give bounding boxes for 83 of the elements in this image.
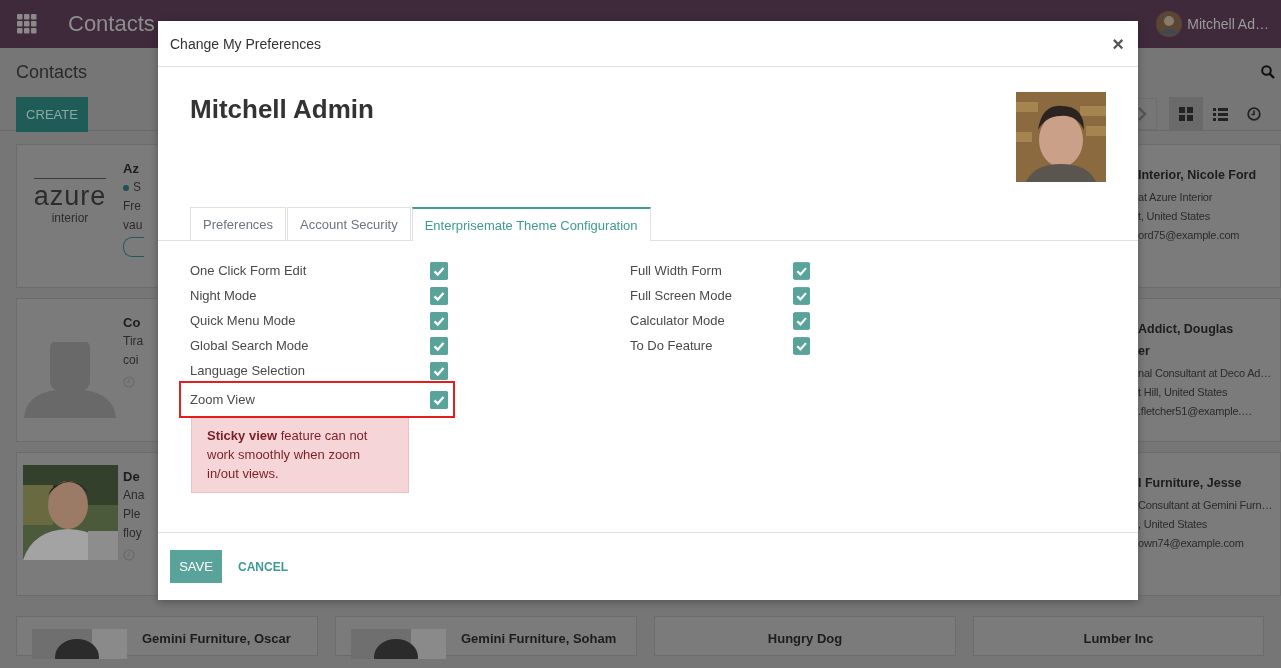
contact-detail: t Hill, United States xyxy=(1138,385,1229,400)
option-label: Quick Menu Mode xyxy=(190,313,297,328)
user-name: Mitchell Admin xyxy=(190,94,374,125)
contact-card[interactable]: Co Tira coi xyxy=(16,298,158,442)
contact-card[interactable]: l Furniture, Jesse Consultant at Gemini Furn… , United States own74@example.com xyxy=(1138,452,1281,596)
contact-detail: , United States xyxy=(1138,517,1209,532)
checkbox[interactable] xyxy=(792,311,810,330)
company-logo-subtext: interior xyxy=(51,210,89,225)
contact-detail: Fre xyxy=(123,198,142,215)
contact-detail: S xyxy=(133,179,141,196)
contact-card[interactable]: Lumber Inc xyxy=(973,616,1264,656)
option-label: Language Selection xyxy=(190,363,306,378)
breadcrumb: Contacts xyxy=(16,61,88,83)
cancel-button[interactable]: CANCEL xyxy=(226,550,300,583)
option-label: Calculator Mode xyxy=(630,313,726,328)
checkbox[interactable] xyxy=(430,390,448,409)
list-icon xyxy=(1212,107,1228,121)
checkbox[interactable] xyxy=(430,361,448,380)
contact-name: Co xyxy=(123,314,142,332)
dialog-title: Change My Preferences xyxy=(170,35,321,52)
user-menu[interactable]: Mitchell Ad… xyxy=(1187,16,1269,32)
apps-menu-icon[interactable] xyxy=(17,14,37,34)
contact-detail: Ana xyxy=(123,487,146,504)
contact-detail: .fletcher51@example.… xyxy=(1138,404,1253,419)
contact-name: er xyxy=(1138,343,1151,360)
contact-detail: floy xyxy=(123,525,143,542)
contact-card[interactable]: Interior, Nicole Ford at Azure Interior t, United States ord75@example.com xyxy=(1138,144,1281,288)
grid-icon xyxy=(1179,107,1193,121)
option-label: Full Screen Mode xyxy=(630,288,733,303)
checkbox[interactable] xyxy=(430,311,448,330)
search-icon[interactable] xyxy=(1261,65,1275,79)
contact-card[interactable]: Gemini Furniture, Oscar xyxy=(16,616,318,656)
checkbox[interactable] xyxy=(430,286,448,305)
contact-card[interactable]: Hungry Dog xyxy=(654,616,956,656)
contact-name: l Furniture, Jesse xyxy=(1138,475,1243,492)
checkbox[interactable] xyxy=(792,286,810,305)
contact-name: De xyxy=(123,468,141,486)
chevron-right-icon xyxy=(1137,107,1147,121)
warning-message: Sticky view feature can not work smoothly when zoom in/out views. xyxy=(191,416,409,493)
contact-name: Az xyxy=(123,160,140,178)
contact-detail: vau xyxy=(123,217,144,234)
kanban-view-button[interactable] xyxy=(1169,97,1203,131)
option-label: To Do Feature xyxy=(630,338,714,353)
contact-detail: Tira xyxy=(123,333,145,350)
contact-name: Gemini Furniture, Soham xyxy=(461,630,617,648)
contact-detail: Consultant at Gemini Furn… xyxy=(1138,498,1274,513)
contact-detail: coi xyxy=(123,352,140,369)
option-label: Zoom View xyxy=(190,392,256,407)
tab[interactable]: Account Security xyxy=(287,207,411,240)
contact-detail: ord75@example.com xyxy=(1138,228,1241,243)
checkbox[interactable] xyxy=(430,261,448,280)
app-title: Contacts xyxy=(68,11,155,37)
contact-detail: at Azure Interior xyxy=(1138,190,1214,205)
contact-card[interactable]: azure interior Az S Fre vau xyxy=(16,144,158,288)
contact-card[interactable]: Gemini Furniture, Soham xyxy=(335,616,637,656)
contact-card[interactable]: De Ana Ple floy xyxy=(16,452,158,596)
company-logo-text: azure xyxy=(33,180,107,211)
option-label: One Click Form Edit xyxy=(190,263,308,278)
user-avatar[interactable] xyxy=(1156,11,1183,37)
create-button[interactable]: CREATE xyxy=(16,96,88,132)
contact-detail: own74@example.com xyxy=(1138,536,1245,551)
tab[interactable]: Preferences xyxy=(190,207,287,240)
checkbox[interactable] xyxy=(792,261,810,280)
status-dot-icon xyxy=(123,184,129,191)
tab[interactable]: Enterprisemate Theme Configuration xyxy=(411,207,651,241)
checkbox[interactable] xyxy=(430,336,448,355)
option-label: Global Search Mode xyxy=(190,338,310,353)
checkbox[interactable] xyxy=(792,336,810,355)
contact-name: Addict, Douglas xyxy=(1138,321,1235,338)
save-button[interactable]: SAVE xyxy=(170,550,222,583)
contact-detail: t, United States xyxy=(1138,209,1211,224)
option-label: Full Width Form xyxy=(630,263,723,278)
option-label: Night Mode xyxy=(190,288,258,303)
contact-detail: Ple xyxy=(123,506,142,523)
contact-card[interactable]: Addict, Douglas er nal Consultant at Deco Ad… t Hill, United States .fletcher51@example.… xyxy=(1138,298,1281,442)
contact-name: Lumber Inc xyxy=(1083,630,1154,648)
close-button[interactable]: × xyxy=(1110,33,1126,54)
contact-name: Hungry Dog xyxy=(767,630,843,648)
clock-icon xyxy=(1247,107,1261,121)
tag-pill xyxy=(123,237,144,257)
contact-detail: nal Consultant at Deco Ad… xyxy=(1138,366,1272,381)
contact-name: Interior, Nicole Ford xyxy=(1138,167,1258,184)
contact-name: Gemini Furniture, Oscar xyxy=(142,630,291,648)
